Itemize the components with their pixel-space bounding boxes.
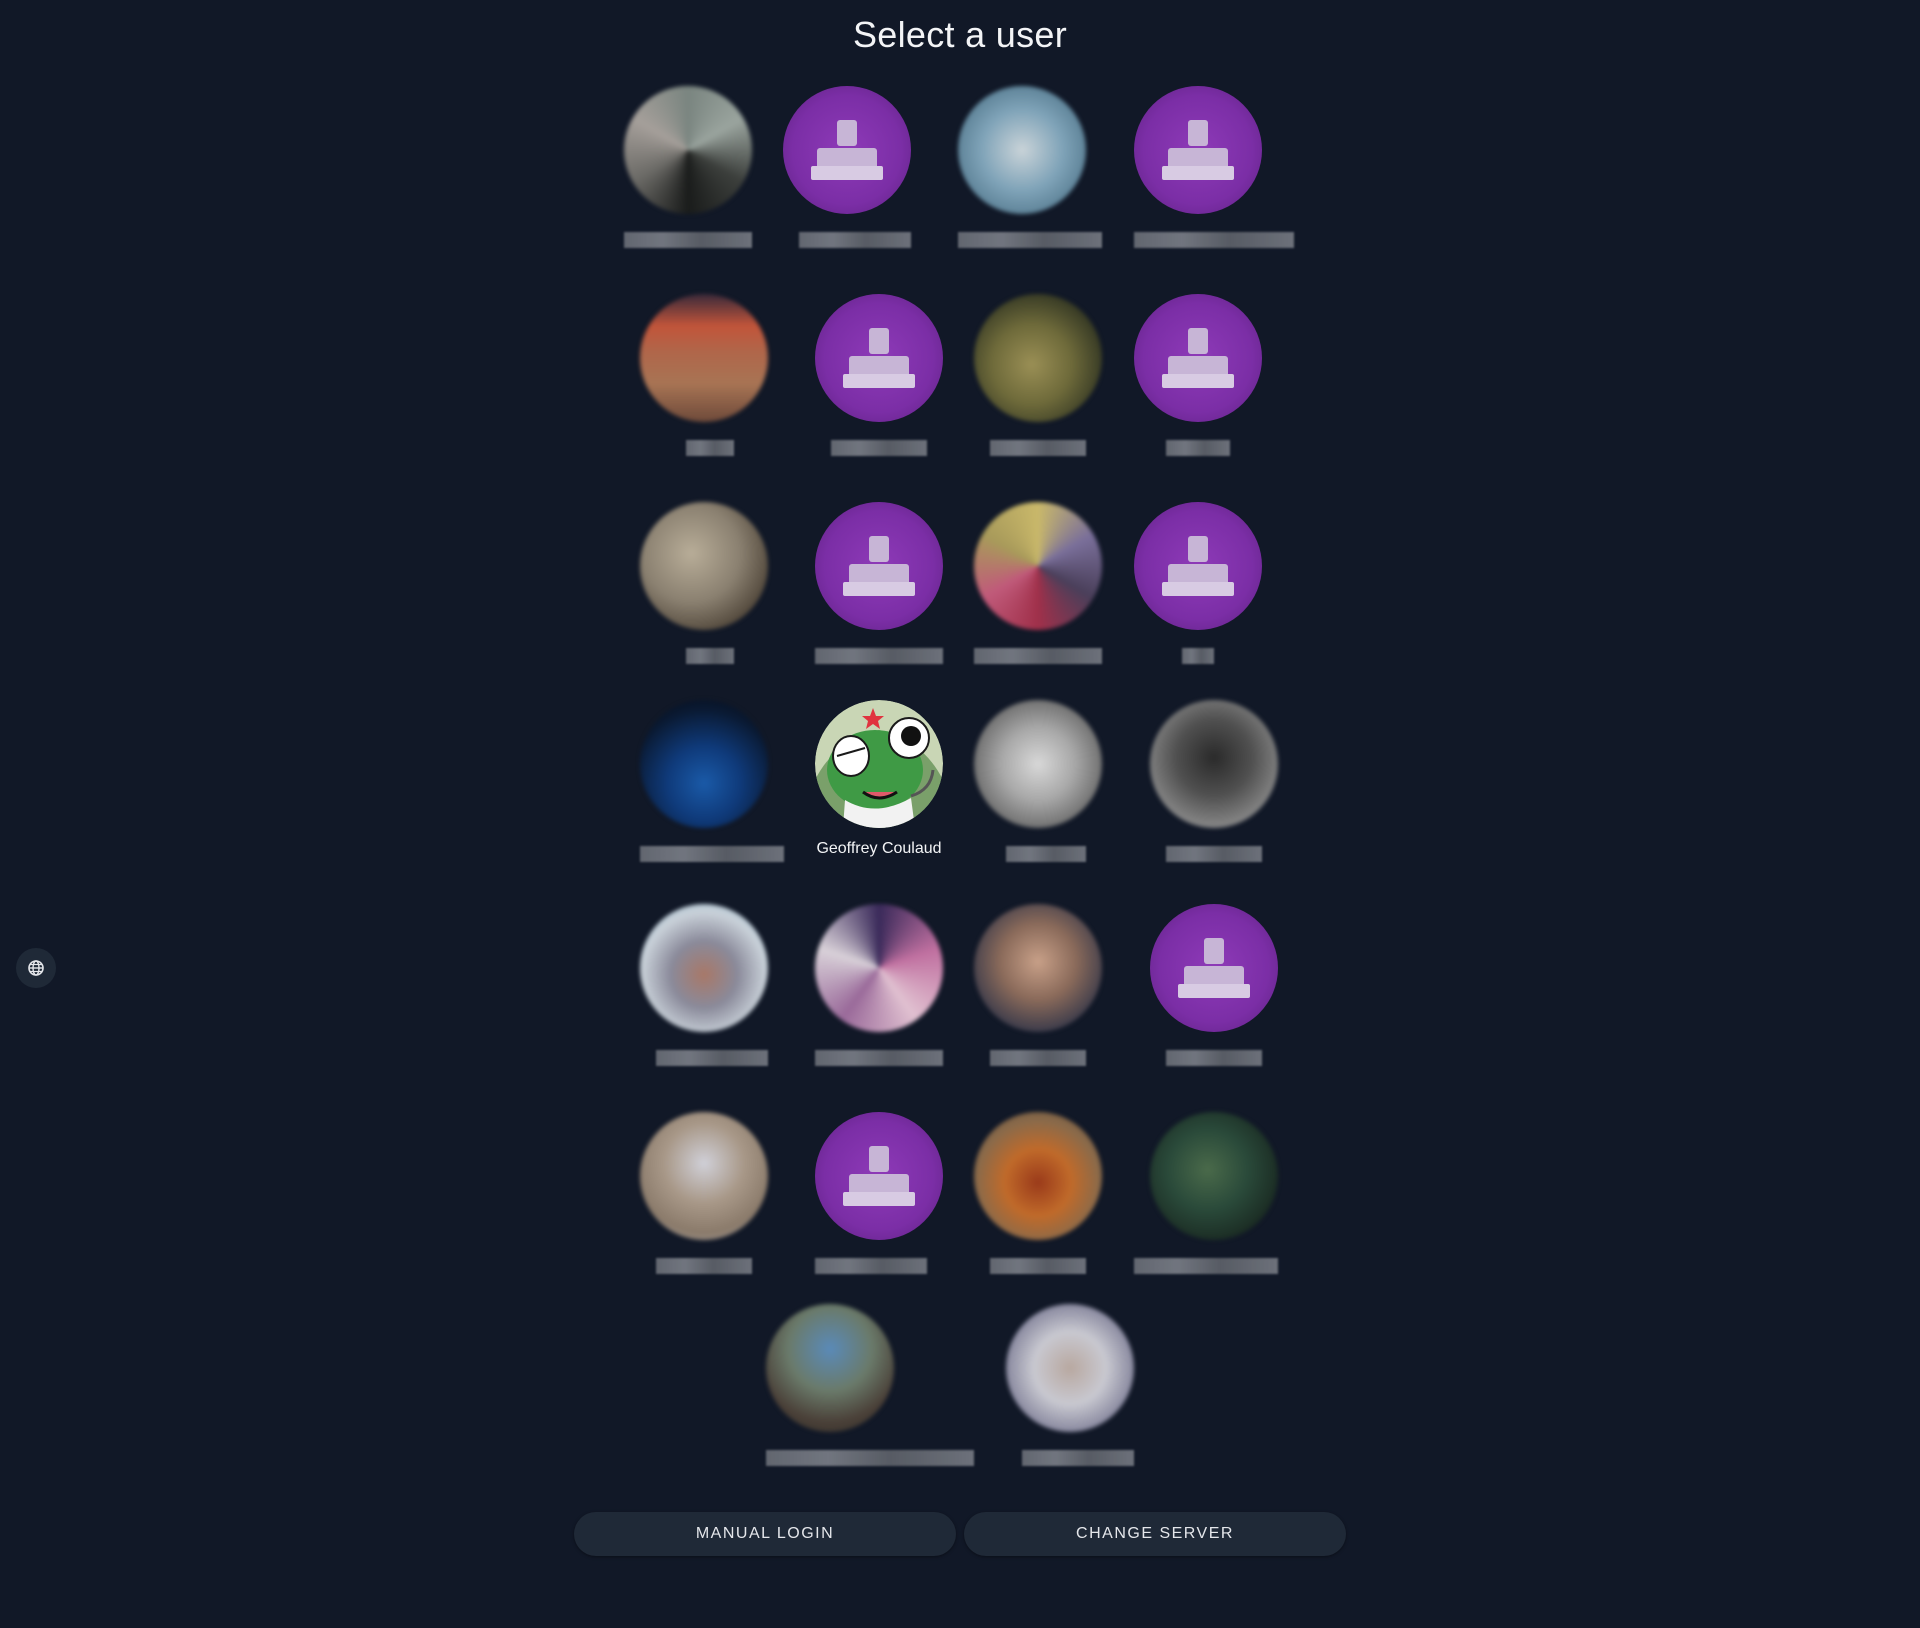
user-avatar <box>640 700 768 828</box>
user-name-redacted <box>958 232 1102 248</box>
user-placeholder-icon <box>1134 294 1262 422</box>
user-name-redacted <box>831 440 927 456</box>
user-name-redacted <box>1166 440 1230 456</box>
user-tile[interactable] <box>1126 904 1286 1090</box>
user-avatar <box>815 904 943 1032</box>
user-tile[interactable] <box>1126 700 1286 886</box>
user-name-redacted <box>990 1258 1086 1274</box>
user-name-redacted <box>1166 846 1262 862</box>
user-placeholder-icon <box>815 1112 943 1240</box>
user-placeholder-icon <box>783 86 911 214</box>
user-name-redacted <box>686 440 734 456</box>
user-name-redacted <box>815 1050 943 1066</box>
user-name-redacted <box>1022 1450 1134 1466</box>
user-tile[interactable] <box>1126 1112 1286 1298</box>
user-avatar <box>974 700 1102 828</box>
user-tile[interactable] <box>750 1304 974 1490</box>
user-avatar <box>1150 1112 1278 1240</box>
user-name-redacted <box>815 1258 927 1274</box>
user-name-redacted <box>1134 1258 1278 1274</box>
user-placeholder-icon <box>1134 86 1262 214</box>
globe-icon <box>16 948 56 988</box>
user-avatar <box>974 904 1102 1032</box>
user-avatar <box>766 1304 894 1432</box>
change-server-button[interactable]: CHANGE SERVER <box>964 1512 1346 1556</box>
user-tile[interactable] <box>624 502 784 688</box>
user-name-redacted <box>656 1258 752 1274</box>
user-avatar <box>624 86 752 214</box>
user-name-redacted <box>1182 648 1214 664</box>
user-name-redacted <box>1166 1050 1262 1066</box>
user-tile[interactable] <box>958 1112 1118 1298</box>
user-name-redacted <box>799 232 911 248</box>
user-tile[interactable] <box>1126 502 1286 688</box>
user-avatar <box>1150 700 1278 828</box>
user-name-redacted <box>990 440 1086 456</box>
user-tile[interactable] <box>799 502 959 688</box>
user-tile[interactable] <box>958 700 1118 886</box>
user-placeholder-icon <box>1150 904 1278 1032</box>
user-name: Geoffrey Coulaud <box>816 840 942 857</box>
user-tile[interactable] <box>624 1112 784 1298</box>
user-tile[interactable] <box>799 1112 959 1298</box>
user-name-redacted <box>624 232 752 248</box>
user-avatar <box>640 502 768 630</box>
user-name-redacted <box>1006 846 1086 862</box>
user-select-page: Select a user Geoffrey Coulaud MANUAL LO… <box>0 0 1920 1628</box>
user-name-redacted <box>640 846 784 862</box>
user-placeholder-icon <box>815 502 943 630</box>
user-name-redacted <box>686 648 734 664</box>
user-name-redacted <box>815 648 943 664</box>
user-avatar <box>974 294 1102 422</box>
user-tile[interactable] <box>775 86 935 272</box>
user-tile[interactable] <box>624 904 784 1090</box>
user-tile[interactable] <box>624 700 784 886</box>
user-name-redacted <box>766 1450 974 1466</box>
user-tile[interactable] <box>608 86 768 272</box>
user-tile[interactable] <box>950 86 1110 272</box>
page-title: Select a user <box>852 14 1067 55</box>
user-avatar <box>974 1112 1102 1240</box>
user-tile[interactable] <box>990 1304 1150 1490</box>
user-avatar <box>974 502 1102 630</box>
manual-login-button[interactable]: MANUAL LOGIN <box>574 1512 956 1556</box>
user-avatar <box>640 904 768 1032</box>
user-tile[interactable] <box>1126 86 1294 272</box>
user-placeholder-icon <box>1134 502 1262 630</box>
user-name-redacted <box>656 1050 768 1066</box>
user-tile[interactable] <box>958 294 1118 480</box>
language-button[interactable] <box>16 948 56 988</box>
user-name-redacted <box>1134 232 1294 248</box>
user-tile[interactable] <box>624 294 784 480</box>
user-tile[interactable] <box>958 502 1118 688</box>
user-name-redacted <box>990 1050 1086 1066</box>
user-tile[interactable] <box>799 904 959 1090</box>
user-placeholder-icon <box>815 294 943 422</box>
user-avatar <box>1006 1304 1134 1432</box>
user-avatar <box>958 86 1086 214</box>
user-name-redacted <box>974 648 1102 664</box>
user-avatar-frog <box>815 700 943 828</box>
user-tile-geoffrey[interactable]: Geoffrey Coulaud <box>799 700 959 886</box>
user-tile[interactable] <box>1126 294 1286 480</box>
user-avatar <box>640 294 768 422</box>
user-tile[interactable] <box>799 294 959 480</box>
user-tile[interactable] <box>958 904 1118 1090</box>
user-avatar <box>640 1112 768 1240</box>
